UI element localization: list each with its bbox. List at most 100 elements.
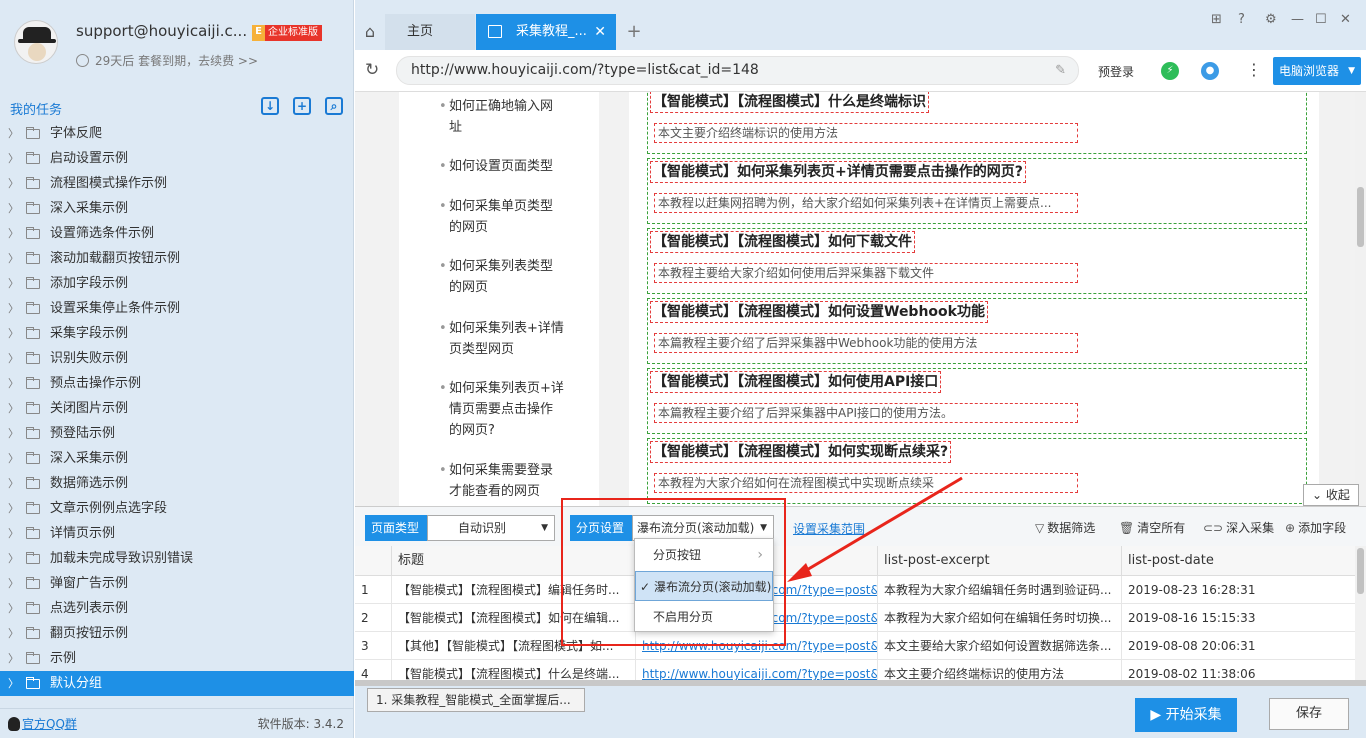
task-group-item[interactable]: 〉弹窗广告示例 — [0, 571, 354, 596]
open-task-tab[interactable]: 1. 采集教程_智能模式_全面掌握后... — [367, 688, 585, 712]
cell-excerpt[interactable]: 本文主要介绍终端标识的使用方法 — [877, 660, 1121, 682]
web-nav-link[interactable]: 如何采集列表页+详 — [439, 378, 579, 399]
article-card[interactable]: 【智能模式】如何采集列表页+详情页需要点击操作的网页? 本教程以赶集网招聘为例，给… — [647, 158, 1307, 224]
cell-date[interactable]: 2019-08-02 11:38:06 — [1121, 660, 1355, 682]
task-group-item[interactable]: 〉采集字段示例 — [0, 321, 354, 346]
add-field-button[interactable]: ⊕ 添加字段 — [1285, 519, 1346, 536]
set-range-link[interactable]: 设置采集范围 — [793, 520, 865, 537]
collapse-button[interactable]: ⌄ 收起 — [1303, 484, 1359, 506]
cell-title[interactable]: 【智能模式】【流程图模式】什么是终端... — [391, 660, 635, 682]
cell-date[interactable]: 2019-08-08 20:06:31 — [1121, 632, 1355, 660]
task-group-item[interactable]: 〉深入采集示例 — [0, 196, 354, 221]
web-nav-link[interactable]: 如何采集列表类型 — [439, 256, 579, 277]
article-card[interactable]: 【智能模式】【流程图模式】什么是终端标识 本文主要介绍终端标识的使用方法 — [647, 92, 1307, 154]
maximize-icon[interactable]: ☐ — [1315, 12, 1327, 27]
web-nav-link[interactable]: 情页需要点击操作 — [449, 399, 579, 420]
task-group-item[interactable]: 〉启动设置示例 — [0, 146, 354, 171]
task-group-item[interactable]: 〉滚动加载翻页按钮示例 — [0, 246, 354, 271]
start-collect-button[interactable]: ▶ 开始采集 — [1135, 698, 1237, 732]
article-title[interactable]: 【智能模式】【流程图模式】如何设置Webhook功能 — [650, 301, 988, 323]
article-title[interactable]: 【智能模式】【流程图模式】什么是终端标识 — [650, 92, 929, 113]
task-group-item[interactable]: 〉详情页示例 — [0, 521, 354, 546]
more-options-icon[interactable]: ⋮ — [1246, 60, 1262, 79]
task-group-item[interactable]: 〉点选列表示例 — [0, 596, 354, 621]
task-group-item[interactable]: 〉设置采集停止条件示例 — [0, 296, 354, 321]
tab-tutorial[interactable]: 采集教程_... ✕ — [476, 14, 616, 50]
article-title[interactable]: 【智能模式】【流程图模式】如何下载文件 — [650, 231, 915, 253]
gift-icon[interactable]: ⊞ — [1211, 12, 1222, 27]
task-group-item[interactable]: 〉数据筛选示例 — [0, 471, 354, 496]
task-group-item[interactable]: 〉设置筛选条件示例 — [0, 221, 354, 246]
web-nav-link[interactable]: 如何采集单页类型 — [439, 196, 579, 217]
table-row[interactable]: 3 【其他】【智能模式】【流程图模式】如... http://www.houyica… — [355, 632, 1355, 660]
cell-date[interactable]: 2019-08-16 15:15:33 — [1121, 604, 1355, 632]
table-scrollbar[interactable] — [1355, 546, 1366, 682]
reload-icon[interactable]: ↻ — [365, 60, 379, 80]
task-group-item[interactable]: 〉识别失败示例 — [0, 346, 354, 371]
article-title[interactable]: 【智能模式】【流程图模式】如何使用API接口 — [650, 371, 942, 393]
task-group-item[interactable]: 〉预点击操作示例 — [0, 371, 354, 396]
web-nav-link[interactable]: 址 — [449, 117, 579, 138]
new-tab-icon[interactable]: + — [622, 14, 646, 50]
cell-excerpt[interactable]: 本文主要给大家介绍如何设置数据筛选条... — [877, 632, 1121, 660]
cell-date[interactable]: 2019-08-23 16:28:31 — [1121, 576, 1355, 604]
web-nav-link[interactable]: 的网页? — [449, 420, 579, 441]
task-group-item[interactable]: 〉深入采集示例 — [0, 446, 354, 471]
article-card[interactable]: 【智能模式】【流程图模式】如何使用API接口 本篇教程主要介绍了后羿采集器中API… — [647, 368, 1307, 434]
task-group-item[interactable]: 〉加载未完成导致识别错误 — [0, 546, 354, 571]
column-header-excerpt[interactable]: list-post-excerpt — [877, 546, 1121, 576]
web-nav-link[interactable]: 的网页 — [449, 217, 579, 238]
deep-collect-button[interactable]: ⊂⊃ 深入采集 — [1203, 519, 1274, 536]
web-nav-link[interactable]: 如何采集需要登录 — [439, 460, 579, 481]
home-icon[interactable]: ⌂ — [355, 14, 385, 50]
import-icon[interactable]: ↓ — [261, 97, 279, 115]
new-task-icon[interactable]: + — [293, 97, 311, 115]
help-icon[interactable]: ? — [1238, 12, 1245, 27]
web-nav-link[interactable]: 如何正确地输入网 — [439, 96, 579, 117]
task-group-item[interactable]: 〉示例 — [0, 646, 354, 671]
table-row[interactable]: 4 【智能模式】【流程图模式】什么是终端... http://www.houyica… — [355, 660, 1355, 682]
url-input[interactable]: http://www.houyicaiji.com/?type=list&cat… — [396, 56, 1079, 85]
task-group-item[interactable]: 〉流程图模式操作示例 — [0, 171, 354, 196]
expire-link[interactable]: 29天后 套餐到期，去续费 >> — [76, 52, 258, 69]
table-row[interactable]: 2【智能模式】【流程图模式】如何在编辑...http://www.houyica… — [355, 604, 1355, 632]
table-row[interactable]: 1【智能模式】【流程图模式】编辑任务时...http://www.houyica… — [355, 576, 1355, 604]
qq-group-link[interactable]: 官方QQ群 — [8, 715, 77, 732]
web-nav-link[interactable]: 的网页 — [449, 277, 579, 298]
save-button[interactable]: 保存 — [1269, 698, 1349, 730]
avatar[interactable] — [14, 20, 58, 64]
minimize-icon[interactable]: — — [1291, 12, 1304, 27]
article-card[interactable]: 【智能模式】【流程图模式】如何设置Webhook功能 本篇教程主要介绍了后羿采集器… — [647, 298, 1307, 364]
task-group-item[interactable]: 〉预登陆示例 — [0, 421, 354, 446]
task-group-item[interactable]: 〉关闭图片示例 — [0, 396, 354, 421]
lightning-icon[interactable]: ⚡ — [1161, 62, 1179, 80]
article-title[interactable]: 【智能模式】如何采集列表页+详情页需要点击操作的网页? — [650, 161, 1026, 183]
web-scrollbar[interactable] — [1355, 92, 1366, 506]
web-nav-link[interactable]: 页类型网页 — [449, 339, 579, 360]
column-header-date[interactable]: list-post-date — [1121, 546, 1355, 576]
clear-all-button[interactable]: 🗑 清空所有 — [1119, 519, 1185, 536]
task-group-item[interactable]: 〉字体反爬 — [0, 121, 354, 146]
shield-icon[interactable]: ● — [1201, 62, 1219, 80]
task-group-item[interactable]: 〉翻页按钮示例 — [0, 621, 354, 646]
web-nav-link[interactable]: 如何采集列表+详情 — [439, 318, 579, 339]
settings-icon[interactable]: ⚙ — [1265, 12, 1277, 27]
edit-url-icon[interactable]: ✎ — [1055, 57, 1066, 84]
close-window-icon[interactable]: ✕ — [1340, 12, 1351, 27]
task-group-item[interactable]: 〉默认分组 — [0, 671, 354, 696]
tab-home[interactable]: 主页 — [385, 14, 475, 50]
article-card[interactable]: 【智能模式】【流程图模式】如何下载文件 本教程主要给大家介绍如何使用后羿采集器下载… — [647, 228, 1307, 294]
web-nav-link[interactable]: 才能查看的网页 — [449, 481, 579, 502]
article-title[interactable]: 【智能模式】【流程图模式】如何实现断点续采? — [650, 441, 952, 463]
pre-login-button[interactable]: 预登录 — [1098, 63, 1134, 80]
web-nav-link[interactable]: 如何设置页面类型 — [439, 156, 579, 177]
cell-excerpt[interactable]: 本教程为大家介绍如何在编辑任务时切换... — [877, 604, 1121, 632]
cell-excerpt[interactable]: 本教程为大家介绍编辑任务时遇到验证码... — [877, 576, 1121, 604]
search-task-icon[interactable]: ⌕ — [325, 97, 343, 115]
data-filter-button[interactable]: ▽ 数据筛选 — [1035, 519, 1095, 536]
task-group-item[interactable]: 〉文章示例例点选字段 — [0, 496, 354, 521]
task-group-item[interactable]: 〉添加字段示例 — [0, 271, 354, 296]
page-type-select[interactable]: 自动识别 ▼ — [427, 515, 555, 541]
browser-mode-select[interactable]: 电脑浏览器 ▼ — [1273, 57, 1361, 85]
close-tab-icon[interactable]: ✕ — [594, 14, 606, 50]
